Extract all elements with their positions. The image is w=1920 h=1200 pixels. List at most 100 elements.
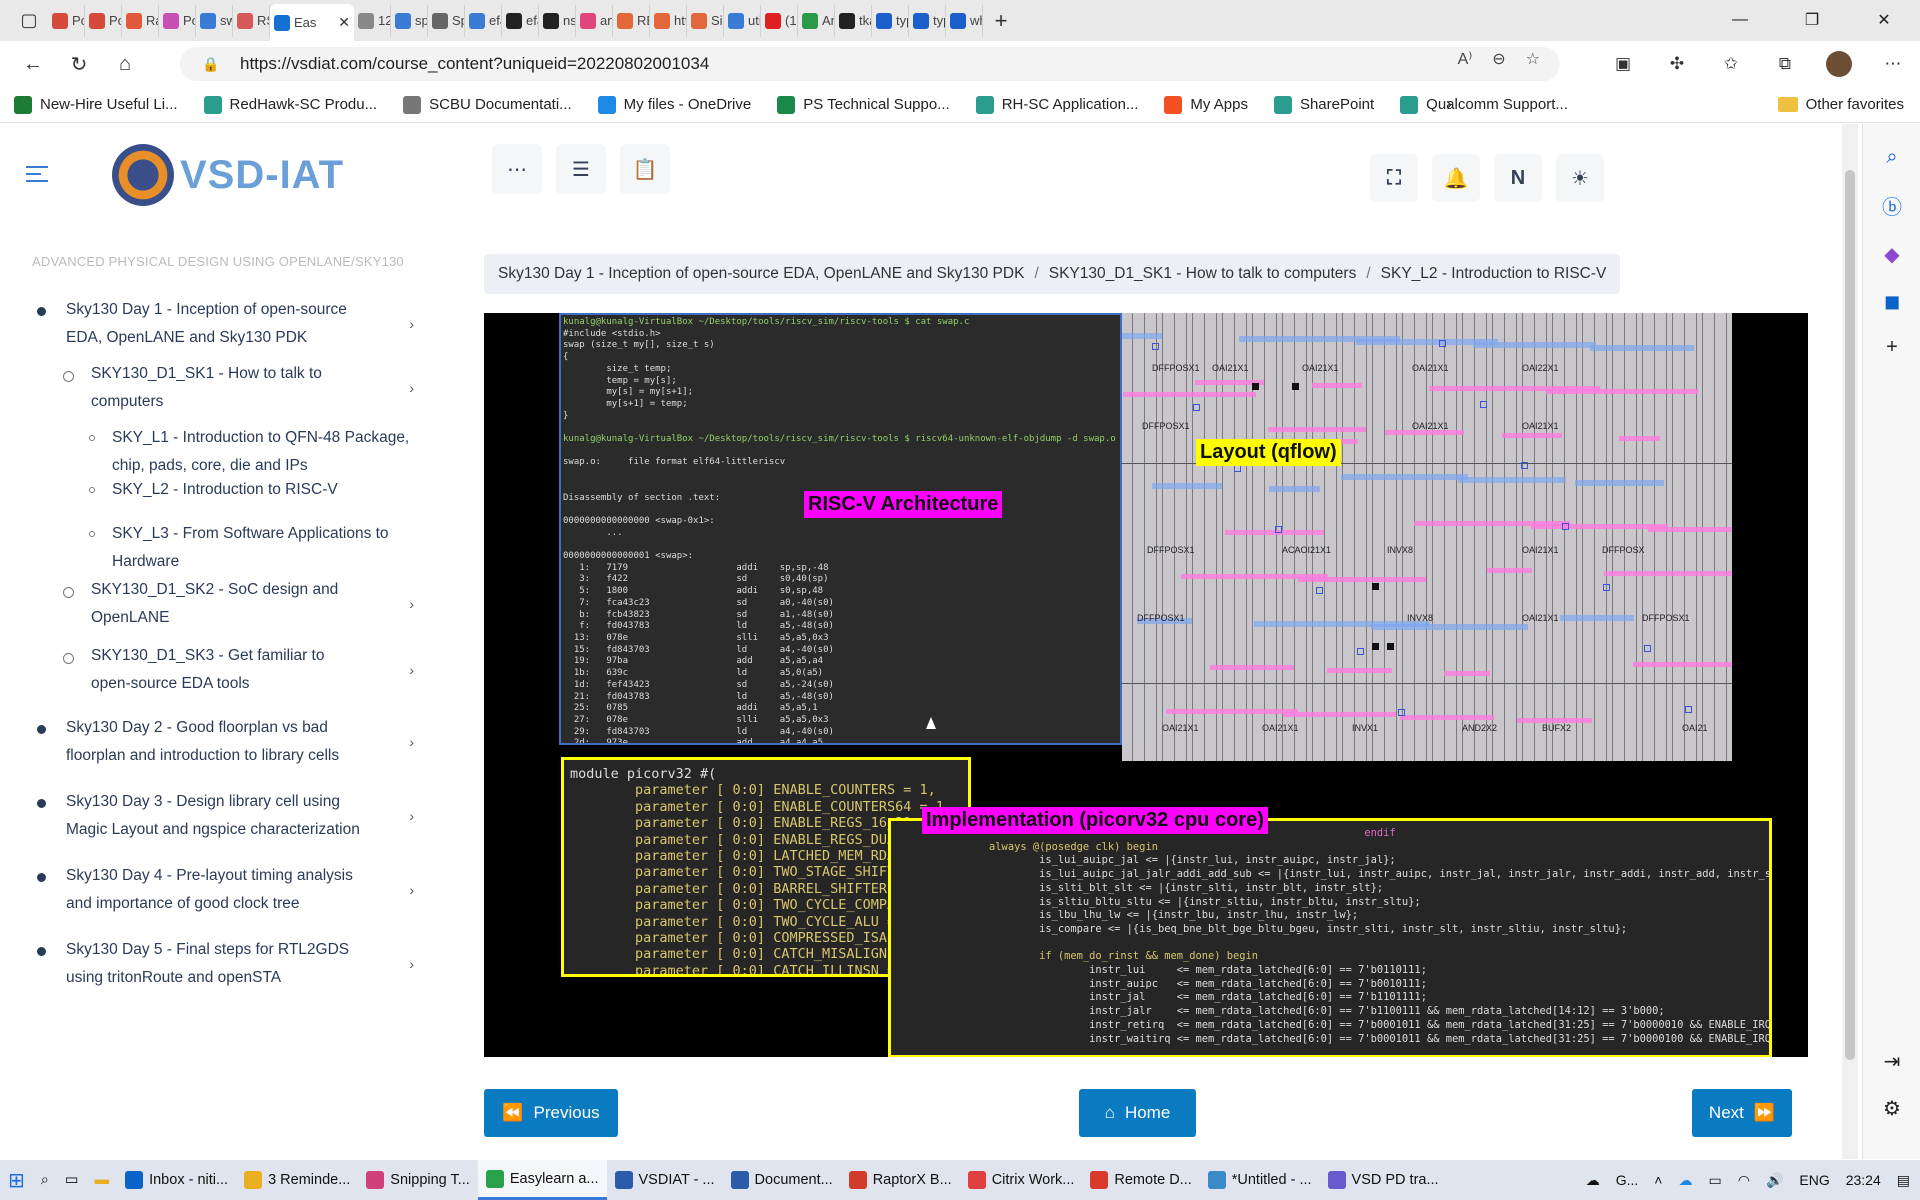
workspaces-icon[interactable]: ▢ (14, 6, 44, 36)
search-icon[interactable]: ⌕ (1863, 146, 1920, 169)
notifications-icon[interactable]: ▤ (1897, 1172, 1910, 1189)
sidebar-item-8[interactable]: Sky130 Day 3 - Design library cell using… (0, 788, 420, 844)
tab-12[interactable]: nsc (539, 4, 576, 37)
profile-avatar[interactable] (1812, 51, 1866, 77)
tab-5[interactable]: RS (233, 4, 270, 37)
hamburger-menu-icon[interactable] (26, 166, 48, 184)
user-avatar[interactable]: N (1494, 154, 1542, 202)
other-favorites[interactable]: Other favorites (1777, 96, 1904, 113)
favorite-item[interactable]: New-Hire Useful Li... (14, 95, 178, 114)
tab-16[interactable]: Sig (687, 4, 724, 37)
tab-18[interactable]: (10 (761, 4, 798, 37)
maximize-button[interactable]: ❐ (1776, 0, 1848, 40)
clipboard-icon[interactable]: 📋 (620, 144, 670, 194)
sidebar-item-4[interactable]: SKY_L3 - From Software Applications to H… (0, 520, 420, 576)
tab-22[interactable]: typ (909, 4, 946, 37)
video-player[interactable]: kunalg@kunalg-VirtualBox ~/Desktop/tools… (484, 313, 1808, 1057)
tab-17[interactable]: uti (724, 4, 761, 37)
vsd-iat-logo[interactable]: VSD-IAT (112, 144, 344, 206)
taskbar-app-3[interactable]: Easylearn a... (477, 1160, 607, 1200)
sidebar-item-5[interactable]: SKY130_D1_SK2 - SoC design and OpenLANE › (0, 576, 420, 632)
tab-13[interactable]: an (576, 4, 613, 37)
bing-icon[interactable]: ⓑ (1863, 191, 1920, 220)
home-nav-button[interactable]: ⌂ (102, 44, 148, 84)
taskbar-app-2[interactable]: Snipping T... (358, 1160, 478, 1200)
tray-chevron-icon[interactable]: ˄ (1654, 1172, 1662, 1188)
refresh-button[interactable]: ↻ (56, 44, 102, 84)
chevron-right-icon[interactable]: › (409, 728, 414, 756)
tab-21[interactable]: typ (872, 4, 909, 37)
taskbar-app-9[interactable]: *Untitled - ... (1200, 1160, 1320, 1200)
favorites-icon[interactable]: ✩ (1704, 54, 1758, 74)
minimize-button[interactable]: — (1704, 0, 1776, 40)
tab-19[interactable]: An (798, 4, 835, 37)
favorite-item[interactable]: SharePoint (1273, 95, 1374, 114)
start-button[interactable]: ⊞ (0, 1160, 33, 1200)
close-window-button[interactable]: ✕ (1848, 0, 1920, 40)
tab-1[interactable]: Po (85, 4, 122, 37)
sidebar-item-2[interactable]: SKY_L1 - Introduction to QFN-48 Package,… (0, 424, 420, 480)
sidebar-item-10[interactable]: Sky130 Day 5 - Final steps for RTL2GDS u… (0, 936, 420, 992)
tab-3[interactable]: Po (159, 4, 196, 37)
tab-7[interactable]: 12 (354, 4, 391, 37)
tab-8[interactable]: sp (391, 4, 428, 37)
favorite-item[interactable]: Qualcomm Support... (1400, 95, 1568, 114)
next-button[interactable]: Next ⏩ (1692, 1089, 1792, 1137)
fullscreen-icon[interactable]: ⛶ (1370, 154, 1418, 202)
taskbar-app-8[interactable]: Remote D... (1082, 1160, 1199, 1200)
weather-label[interactable]: G... (1616, 1172, 1639, 1188)
tab-20[interactable]: tka (835, 4, 872, 37)
sidebar-item-9[interactable]: Sky130 Day 4 - Pre-layout timing analysi… (0, 862, 420, 918)
battery-icon[interactable]: ▭ (1708, 1172, 1721, 1189)
favorite-item[interactable]: PS Technical Suppo... (777, 95, 950, 114)
chevron-right-icon[interactable]: › (409, 802, 414, 830)
taskbar-app-1[interactable]: 3 Reminde... (236, 1160, 358, 1200)
onedrive-icon[interactable]: ☁ (1678, 1172, 1692, 1189)
search-taskbar-icon[interactable]: ⌕ (33, 1160, 57, 1200)
back-button[interactable]: ← (10, 44, 56, 84)
tab-9[interactable]: Sp (428, 4, 465, 37)
breadcrumb-item[interactable]: Sky130 Day 1 - Inception of open-source … (498, 265, 1024, 283)
tab-4[interactable]: sw (196, 4, 233, 37)
close-tab-icon[interactable]: ✕ (338, 14, 350, 31)
puzzle-extensions-icon[interactable]: ✣ (1650, 54, 1704, 74)
volume-icon[interactable]: 🔊 (1766, 1172, 1783, 1189)
taskbar-app-0[interactable]: Inbox - niti... (117, 1160, 236, 1200)
tab-6[interactable]: Eas ✕ (270, 3, 354, 42)
page-scrollbar[interactable] (1842, 124, 1858, 1159)
previous-button[interactable]: ⏪ Previous (484, 1089, 618, 1137)
more-menu-icon[interactable]: ⋯ (1866, 54, 1920, 74)
url-bar[interactable]: 🔒 https://vsdiat.com/course_content?uniq… (180, 47, 1560, 81)
taskbar-app-7[interactable]: Citrix Work... (960, 1160, 1083, 1200)
sidebar-item-0[interactable]: Sky130 Day 1 - Inception of open-source … (0, 296, 420, 352)
language-indicator[interactable]: ENG (1799, 1172, 1829, 1188)
read-aloud-icon[interactable]: A⁾ (1458, 49, 1473, 69)
settings-gear-icon[interactable]: ⚙ (1863, 1096, 1920, 1121)
outlook-icon[interactable]: ◼ (1863, 289, 1920, 314)
sidebar-item-1[interactable]: SKY130_D1_SK1 - How to talk to computers… (0, 360, 420, 416)
chat-icon[interactable]: ⋯ (492, 144, 542, 194)
favorites-overflow-chevron-icon[interactable]: › (1446, 94, 1452, 115)
chevron-right-icon[interactable]: › (409, 876, 414, 904)
favorite-item[interactable]: RH-SC Application... (975, 95, 1138, 114)
taskbar-app-5[interactable]: Document... (723, 1160, 841, 1200)
taskbar-app-6[interactable]: RaptorX B... (841, 1160, 960, 1200)
breadcrumb-item[interactable]: SKY130_D1_SK1 - How to talk to computers (1049, 265, 1357, 283)
theme-toggle-icon[interactable]: ☀ (1556, 154, 1604, 202)
favorite-item[interactable]: RedHawk-SC Produ... (203, 95, 377, 114)
favorite-item[interactable]: My files - OneDrive (597, 95, 751, 114)
weather-icon[interactable]: ☁ (1586, 1172, 1600, 1189)
collections-icon[interactable]: ⧉ (1758, 54, 1812, 74)
extension-icon[interactable]: ▣ (1596, 54, 1650, 74)
taskbar-app-4[interactable]: VSDIAT - ... (607, 1160, 723, 1200)
notification-bell-icon[interactable]: 🔔 (1432, 154, 1480, 202)
scrollbar-thumb[interactable] (1845, 170, 1855, 1060)
chevron-right-icon[interactable]: › (409, 590, 414, 618)
chevron-right-icon[interactable]: › (409, 310, 414, 338)
add-sidebar-app-icon[interactable]: + (1863, 336, 1920, 359)
sidebar-item-7[interactable]: Sky130 Day 2 - Good floorplan vs bad flo… (0, 714, 420, 770)
outline-icon[interactable]: ☰ (556, 144, 606, 194)
tab-23[interactable]: wh (946, 4, 983, 37)
sidebar-item-6[interactable]: SKY130_D1_SK3 - Get familiar to open-sou… (0, 642, 420, 698)
tab-11[interactable]: efa (502, 4, 539, 37)
